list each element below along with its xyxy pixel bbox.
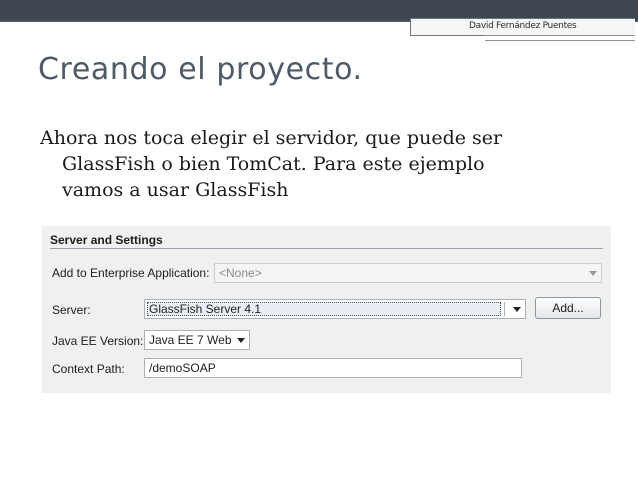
javaee-version-value: Java EE 7 Web xyxy=(149,333,232,347)
enterprise-app-select[interactable]: <None> xyxy=(214,263,602,283)
slide-title: Creando el proyecto. xyxy=(38,52,363,87)
author-name: David Fernández Puentes xyxy=(469,21,577,31)
context-path-input[interactable]: /demoSOAP xyxy=(144,358,522,378)
author-tag: David Fernández Puentes xyxy=(410,18,635,41)
body-line-1: Ahora nos toca elegir el servidor, que p… xyxy=(40,127,503,149)
server-select[interactable]: GlassFish Server 4.1 xyxy=(144,299,526,319)
server-settings-panel: Server and Settings Add to Enterprise Ap… xyxy=(42,226,611,393)
section-divider xyxy=(50,248,603,249)
javaee-version-label: Java EE Version: xyxy=(52,334,144,348)
body-line-3: vamos a usar GlassFish xyxy=(62,179,289,201)
top-banner xyxy=(0,0,638,20)
slide-body: Ahora nos toca elegir el servidor, que p… xyxy=(40,125,600,203)
section-title: Server and Settings xyxy=(50,233,163,247)
server-label: Server: xyxy=(52,303,91,317)
context-path-label: Context Path: xyxy=(52,362,125,376)
chevron-down-icon xyxy=(589,271,597,276)
server-value: GlassFish Server 4.1 xyxy=(149,302,262,316)
javaee-version-select[interactable]: Java EE 7 Web xyxy=(144,330,250,350)
body-line-2: GlassFish o bien TomCat. Para este ejemp… xyxy=(62,153,485,175)
enterprise-app-value: <None> xyxy=(219,266,262,280)
chevron-down-icon xyxy=(237,338,245,343)
chevron-down-icon xyxy=(513,307,521,312)
enterprise-app-label: Add to Enterprise Application: xyxy=(52,266,210,280)
add-server-button[interactable]: Add... xyxy=(535,297,601,319)
